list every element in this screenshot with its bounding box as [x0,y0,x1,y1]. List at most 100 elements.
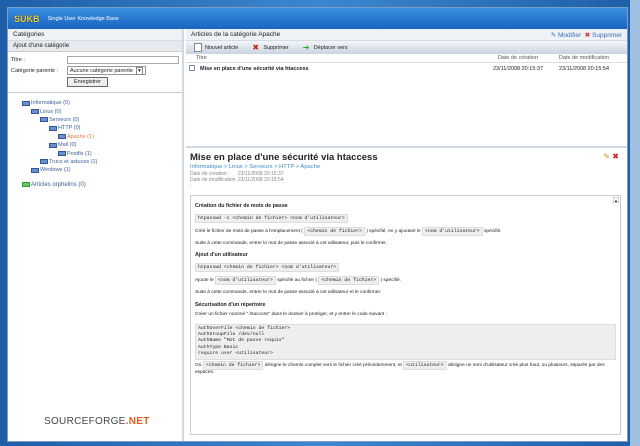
row-modified: 23/11/2008 20:15:54 [558,65,610,72]
paragraph: Suite à cette commande, entrer le mot de… [195,290,382,296]
command: htpasswd -c <chemin de fichier> <nom d'u… [195,214,348,223]
folder-icon [31,109,39,115]
save-button[interactable]: Enregistrer [67,77,108,87]
tree-item[interactable]: HTTP (0) [8,124,182,132]
paragraph: Créer un fichier nommé ".htaccess" dans … [195,311,387,317]
panel-title: Articles de la catégorie Apache [191,31,281,38]
section-heading: Création du fichier de mots de passe [195,203,288,209]
orphans-item[interactable]: Articles orphelins (0) [8,181,182,189]
table-header: Titre Date de création Date de modificatio… [186,54,627,63]
table-row[interactable]: Mise en place d'une sécurité via htacces… [186,63,627,74]
app-logo: SUKB [14,13,40,24]
row-title: Mise en place d'une sécurité via htacces… [200,65,309,72]
sourceforge-logo[interactable]: SOURCEFORGE.NET [44,416,150,427]
delete-label: Supprimer [263,44,289,51]
parent-label: Catégorie parente : [11,67,59,74]
row-created: 23/11/2008 20:15:37 [492,65,544,72]
tree-item[interactable]: Apache (1) [8,133,182,141]
folder-icon [58,151,66,157]
desktop-edge [630,0,640,446]
app-subtitle: Single User Knowledge Base [47,15,119,22]
text: Où [195,362,202,368]
tree-item[interactable]: Mail (0) [8,141,182,149]
tree-item[interactable]: Windows (1) [8,166,182,174]
tree-item-label: Serveurs (0) [49,116,80,123]
delete-article-icon[interactable]: ✖ [612,152,619,161]
tree-item-label: Windows (1) [40,167,71,174]
col-created[interactable]: Date de création [485,55,551,61]
sf-tld: .NET [125,416,150,427]
text: Créé le fichier de mots de passe à l'emp… [195,229,303,234]
text: spécifié. [484,229,502,234]
tree-item[interactable]: Informatique (0) [8,99,182,107]
folder-icon [40,117,48,123]
orphans-label: Articles orphelins (0) [31,181,86,188]
new-label: Nouvel article [205,44,239,51]
new-article-button[interactable]: Nouvel article [194,43,238,52]
inline-code: <chemin de fichier> [304,227,365,236]
delete-category-link[interactable]: ✖ Supprimer [585,32,622,39]
col-title[interactable]: Titre [196,55,485,61]
tree-item[interactable]: Postfix (1) [8,149,182,157]
tree-item[interactable]: Trucs et astuces (1) [8,158,182,166]
add-category-section: Ajout d'une catégorie [8,41,182,52]
edit-category-link[interactable]: ✎ Modifier [551,32,581,39]
tree-item[interactable]: Serveurs (0) [8,116,182,124]
section-heading: Ajout d'un utilisateur [195,252,248,259]
edit-article-icon[interactable]: ✎ [603,152,610,161]
delete-icon: ✖ [252,43,260,52]
delete-icon: ✖ [584,32,591,39]
text: désigne le chemin complet vers le fichie… [264,362,402,368]
scroll-up-button[interactable]: ▲ [613,197,619,203]
articles-panel: Articles de la catégorie Apache ✎ Modifi… [186,29,627,441]
parent-category-select[interactable]: Aucune catégorie parente ▾ [67,66,146,75]
tree-item-label: HTTP (0) [58,125,81,132]
delete-article-button[interactable]: ✖ Supprimer [252,43,288,52]
text: spécifié au fichier ( [277,278,318,284]
paragraph: Suite à cette commande, entrer le mot de… [195,240,387,246]
delete-label: Supprimer [592,32,622,39]
chevron-down-icon: ▾ [136,66,143,75]
inline-code: <chemin de fichier> [318,276,380,286]
breadcrumb[interactable]: Informatique > Linux > Serveurs > HTTP >… [186,163,627,171]
modified-label: Date de modification : [190,177,236,189]
folder-icon [49,142,57,148]
folder-icon [22,100,30,106]
tree-item-label: Trucs et astuces (1) [49,158,98,165]
command: htpasswd <chemin de fichier> <nom d'util… [195,263,340,273]
article-title: Mise en place d'une sécurité via htacces… [190,152,378,163]
title-input[interactable] [67,56,179,64]
inline-code: <nom d'utilisateur> [215,276,276,286]
folder-icon [22,182,30,188]
article-view: ✎ ✖ Mise en place d'une sécurité via hta… [186,146,627,441]
modified-value: 23/11/2008 20:15:54 [238,177,284,183]
arrow-right-icon: ➔ [302,43,310,52]
folder-icon [40,159,48,165]
text: ) spécifié. [380,278,401,284]
move-to-button[interactable]: ➔ Déplacer vers [303,43,348,52]
text: Ajoute le [195,278,214,284]
panel-title: Catégories [13,31,45,38]
inline-code: <nom d'utilisateur> [421,227,483,236]
app-header: SUKB Single User Knowledge Base [8,8,627,29]
row-checkbox[interactable] [189,64,195,71]
edit-label: Modifier [558,32,582,39]
section-heading: Sécurisation d'un répertoire [195,301,266,308]
tree-item-label: Apache (1) [67,133,94,140]
text: ) spécifié, en y ajoutant le [366,229,421,234]
code-block: AuthUserFile <chemin de fichier> AuthGro… [195,323,616,360]
article-content[interactable]: Création du fichier de mots de passe htp… [190,195,621,435]
tree-item-label: Mail (0) [58,142,77,149]
tree-item-label: Informatique (0) [31,100,70,107]
col-modified[interactable]: Date de modification [551,55,617,61]
categories-panel: Catégories Ajout d'une catégorie Titre :… [8,29,184,441]
sf-text: SOURCEFORGE [44,416,126,427]
tree-item[interactable]: Linux (0) [8,107,182,115]
toolbar: Nouvel article ✖ Supprimer ➔ Déplacer vers [186,41,627,54]
inline-code: <utilisateur> [403,360,447,370]
folder-icon [31,167,39,173]
app-window: SUKB Single User Knowledge Base Catégori… [7,7,628,442]
parent-value: Aucune catégorie parente [70,67,133,74]
new-document-icon [194,43,202,52]
move-label: Déplacer vers [313,44,348,51]
